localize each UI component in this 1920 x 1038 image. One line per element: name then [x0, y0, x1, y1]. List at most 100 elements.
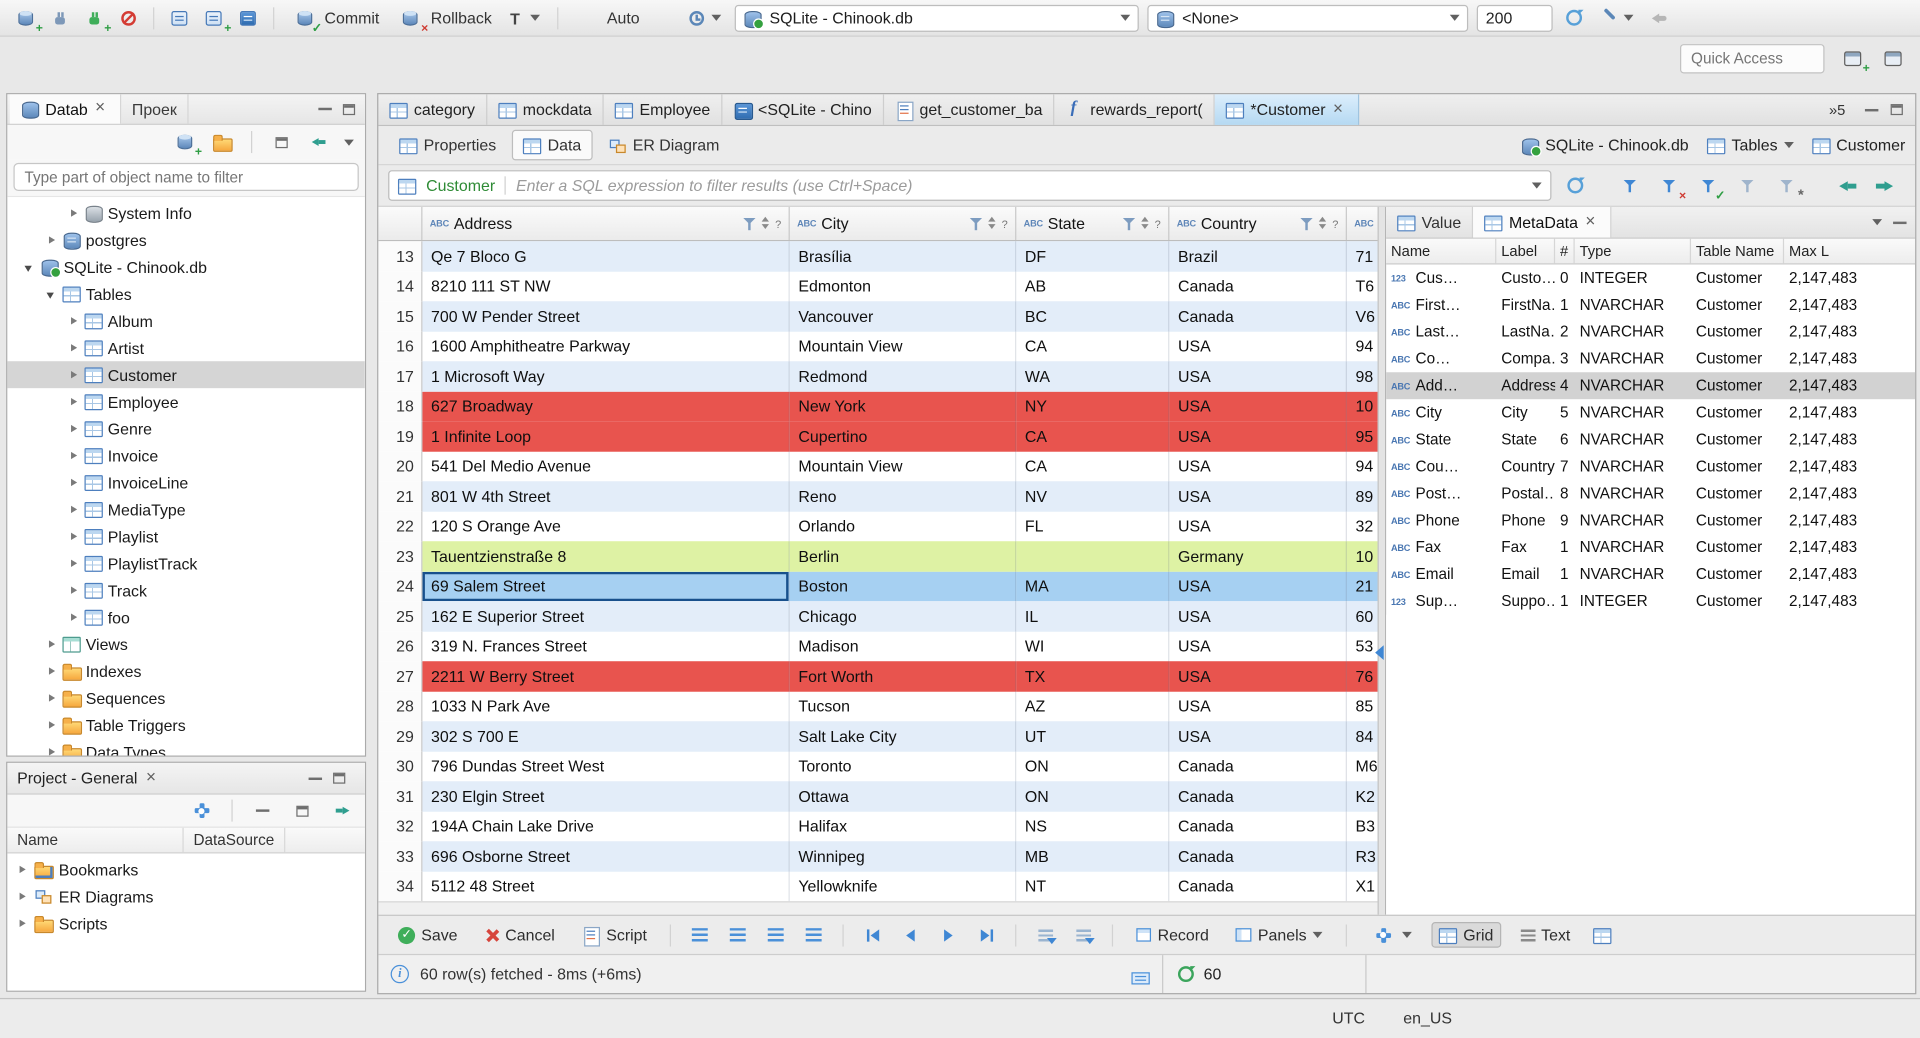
- column-header-ordinal[interactable]: #: [1555, 238, 1575, 264]
- row-number-header[interactable]: [378, 206, 423, 241]
- tab-overflow-chevron[interactable]: »5: [1822, 94, 1853, 125]
- cell-country[interactable]: Canada: [1169, 781, 1347, 812]
- cell-state[interactable]: WI: [1016, 631, 1170, 662]
- tree-item[interactable]: postgres: [7, 227, 365, 254]
- filter-history-caret-icon[interactable]: [1531, 182, 1542, 189]
- expander-icon[interactable]: [47, 692, 58, 703]
- link-with-editor-icon[interactable]: [328, 798, 354, 822]
- cell-data-type[interactable]: NVARCHAR: [1575, 426, 1691, 453]
- tree-item[interactable]: SQLite - Chinook.db: [7, 253, 365, 280]
- cell-column-label[interactable]: Fax: [1496, 534, 1555, 561]
- sync-icon[interactable]: [1562, 6, 1588, 30]
- filter-icon[interactable]: [742, 216, 757, 231]
- cell-address[interactable]: 8210 111 ST NW: [422, 271, 790, 302]
- cell-ordinal[interactable]: 0: [1555, 264, 1575, 291]
- timezone-indicator[interactable]: UTC: [1332, 1009, 1365, 1027]
- refresh-icon[interactable]: [1562, 173, 1588, 197]
- cell-state[interactable]: MA: [1016, 571, 1170, 602]
- commit-mode-button[interactable]: Auto: [602, 9, 645, 27]
- cell-city[interactable]: Edmonton: [789, 271, 1017, 302]
- minimize-icon[interactable]: [308, 776, 323, 780]
- row-number[interactable]: 23: [378, 541, 423, 572]
- cell-country[interactable]: Brazil: [1169, 241, 1347, 272]
- commit-button[interactable]: Commit: [287, 6, 385, 30]
- cell-address[interactable]: Tauentzienstraße 8: [422, 541, 790, 572]
- expander-icon[interactable]: [17, 918, 28, 929]
- refresh-icon[interactable]: [1177, 966, 1194, 983]
- cell-postalcode[interactable]: K2: [1346, 781, 1378, 812]
- column-header-country[interactable]: Country: [1169, 206, 1347, 241]
- tree-item[interactable]: Employee: [7, 388, 365, 415]
- filter-icon[interactable]: [1299, 216, 1314, 231]
- cell-address[interactable]: 696 Osborne Street: [422, 841, 790, 872]
- cell-city[interactable]: Fort Worth: [789, 661, 1017, 692]
- cell-column-label[interactable]: FirstNa…: [1496, 291, 1555, 318]
- settings-gear-icon[interactable]: [189, 798, 215, 822]
- row-number[interactable]: 32: [378, 811, 423, 842]
- cell-column-name[interactable]: Sup…: [1386, 588, 1496, 615]
- cell-state[interactable]: FL: [1016, 511, 1170, 542]
- tree-item[interactable]: Track: [7, 577, 365, 604]
- cell-max-length[interactable]: 2,147,483: [1784, 345, 1915, 372]
- history-forward-icon[interactable]: [1873, 178, 1894, 193]
- tab-value[interactable]: Value: [1386, 206, 1474, 238]
- row-number[interactable]: 34: [378, 871, 423, 902]
- cell-column-name[interactable]: Email: [1386, 561, 1496, 588]
- expander-icon[interactable]: [69, 208, 80, 219]
- new-sql-editor-icon[interactable]: [201, 6, 227, 30]
- cell-address[interactable]: 796 Dundas Street West: [422, 751, 790, 782]
- metadata-row[interactable]: Add… Address 4 NVARCHAR Customer 2,147,4…: [1386, 372, 1916, 400]
- filter-settings-icon[interactable]: [1773, 173, 1799, 197]
- row-number[interactable]: 21: [378, 481, 423, 512]
- text-mode-button[interactable]: Text: [1513, 922, 1578, 948]
- expander-icon[interactable]: [47, 666, 58, 677]
- close-icon[interactable]: [145, 766, 160, 786]
- expander-icon[interactable]: [69, 585, 80, 596]
- metadata-row[interactable]: Fax Fax 1 NVARCHAR Customer 2,147,483: [1386, 534, 1915, 561]
- result-table-icon[interactable]: [1590, 923, 1616, 947]
- column-header-name[interactable]: Name: [7, 827, 184, 853]
- collapse-all-icon[interactable]: [268, 130, 294, 154]
- expander-icon[interactable]: [24, 261, 35, 272]
- editor-tab[interactable]: *Customer: [1214, 94, 1359, 125]
- cell-city[interactable]: Cupertino: [789, 421, 1017, 452]
- cell-city[interactable]: Yellowknife: [789, 871, 1017, 902]
- expander-icon[interactable]: [47, 719, 58, 730]
- tab-database-navigator[interactable]: Datab: [9, 94, 121, 124]
- cell-city[interactable]: Vancouver: [789, 301, 1017, 332]
- cell-country[interactable]: Canada: [1169, 301, 1347, 332]
- editor-subtab[interactable]: ER Diagram: [597, 130, 730, 161]
- row-number[interactable]: 22: [378, 511, 423, 542]
- expander-icon[interactable]: [69, 342, 80, 353]
- cell-state[interactable]: IL: [1016, 601, 1170, 632]
- cell-address[interactable]: 230 Elgin Street: [422, 781, 790, 812]
- cell-address[interactable]: 627 Broadway: [422, 391, 790, 422]
- list-item[interactable]: ER Diagrams: [7, 883, 365, 910]
- cell-column-name[interactable]: State: [1386, 426, 1496, 453]
- cell-country[interactable]: USA: [1169, 451, 1347, 482]
- cell-column-name[interactable]: Post…: [1386, 480, 1496, 507]
- metadata-row[interactable]: Co… Compa… 3 NVARCHAR Customer 2,147,483: [1386, 345, 1915, 372]
- row-number[interactable]: 14: [378, 271, 423, 302]
- cell-state[interactable]: BC: [1016, 301, 1170, 332]
- cell-city[interactable]: Berlin: [789, 541, 1017, 572]
- undo-icon[interactable]: [1647, 6, 1673, 30]
- cell-address[interactable]: 700 W Pender Street: [422, 301, 790, 332]
- cell-ordinal[interactable]: 8: [1555, 480, 1575, 507]
- cell-state[interactable]: DF: [1016, 241, 1170, 272]
- disconnect-icon[interactable]: [115, 6, 141, 30]
- collapse-all-icon[interactable]: [250, 798, 276, 822]
- cell-address[interactable]: 302 S 700 E: [422, 721, 790, 752]
- new-connection-icon[interactable]: [171, 130, 197, 154]
- locale-indicator[interactable]: en_US: [1403, 1009, 1452, 1027]
- editor-tab[interactable]: rewards_report(: [1055, 94, 1215, 125]
- apply-filter-icon[interactable]: [1616, 173, 1642, 197]
- cell-address[interactable]: 801 W 4th Street: [422, 481, 790, 512]
- column-header-datasource[interactable]: DataSource: [184, 827, 286, 853]
- last-row-button[interactable]: [974, 923, 1000, 947]
- save-filter-icon[interactable]: [1695, 173, 1721, 197]
- tab-metadata[interactable]: MetaData: [1473, 206, 1612, 238]
- row-number[interactable]: 17: [378, 361, 423, 392]
- tree-item[interactable]: PlaylistTrack: [7, 550, 365, 577]
- cell-ordinal[interactable]: 7: [1555, 453, 1575, 480]
